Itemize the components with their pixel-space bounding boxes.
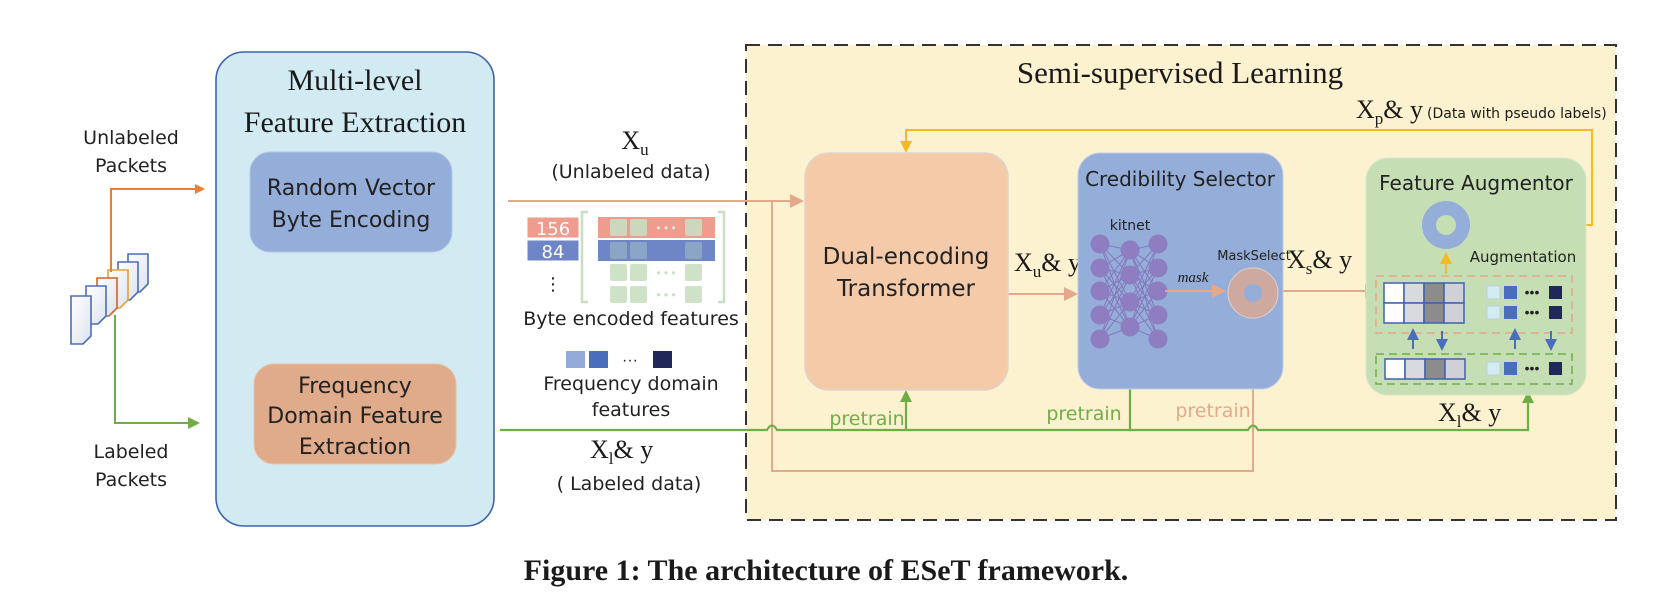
kitnet-node — [1148, 305, 1168, 325]
kitnet-node — [1148, 281, 1168, 301]
labeled-packets-label-1: Labeled — [93, 441, 168, 463]
byte-grid-cell — [1424, 358, 1446, 380]
freq-cell — [1504, 286, 1517, 299]
xs-y-label: Xs& y — [1287, 245, 1352, 278]
xu-label: Xu — [621, 126, 649, 159]
svg-text:• • •: • • • — [656, 221, 675, 235]
kitnet-node — [1090, 305, 1110, 325]
freq-cell — [1549, 362, 1562, 375]
byte-grid-cell — [1404, 358, 1426, 380]
maskselect-ring-icon — [1227, 267, 1279, 319]
pretrain-label-kitnet: pretrain — [1046, 403, 1121, 425]
frequency-label-1: Frequency — [298, 374, 412, 399]
byte-grid-cell — [1423, 302, 1445, 324]
random-vector-byte-encoding-box — [249, 151, 453, 253]
figure-caption: Figure 1: The architecture of ESeT frame… — [524, 554, 1129, 587]
freq-cell — [1486, 285, 1501, 300]
feature-extraction-title-1: Multi-level — [288, 64, 423, 97]
freq-dots: ••• — [1525, 284, 1540, 300]
kitnet-node — [1120, 292, 1140, 312]
frequency-domain-features-label-2: features — [592, 399, 671, 421]
dual-encoding-transformer-box — [804, 152, 1009, 391]
kitnet-node — [1148, 234, 1168, 254]
kitnet-node — [1120, 265, 1140, 285]
byte-grid-cell — [1444, 358, 1466, 380]
feature-extraction-title-2: Feature Extraction — [244, 106, 466, 139]
packet-stack-icon — [70, 253, 149, 345]
byte-value-2: 84 — [542, 242, 565, 263]
byte-grid-cell — [1443, 282, 1465, 304]
maskselect-label: MaskSelect — [1217, 249, 1291, 264]
transformer-label-1: Dual-encoding — [823, 244, 990, 270]
labeled-arrow — [114, 315, 200, 429]
unlabeled-arrow — [110, 184, 205, 272]
kitnet-node — [1148, 329, 1168, 349]
xl-y-ssl-label: Xl& y — [1438, 398, 1501, 431]
mask-label: mask — [1178, 270, 1209, 286]
byte-grid-cell — [1423, 282, 1445, 304]
byte-grid-cell — [1383, 302, 1405, 324]
freq-cell — [1549, 306, 1562, 319]
kitnet-label: kitnet — [1110, 218, 1151, 234]
svg-text:• • •: • • • — [656, 288, 675, 302]
kitnet-node — [1120, 317, 1140, 337]
pretrain-label-transformer: pretrain — [829, 408, 904, 430]
kitnet-node — [1090, 234, 1110, 254]
frequency-domain-features-label-1: Frequency domain — [543, 373, 718, 395]
random-vector-label-2: Byte Encoding — [272, 208, 431, 233]
kitnet-node — [1090, 258, 1110, 278]
freq-dots: ••• — [1525, 360, 1540, 376]
pretrain-label-maskselect: pretrain — [1175, 400, 1250, 422]
byte-grid-cell — [1403, 282, 1425, 304]
frequency-label-2: Domain Feature — [267, 404, 443, 429]
byte-encoded-features-label: Byte encoded features — [523, 308, 739, 330]
byte-value-1: 156 — [536, 219, 570, 240]
xu-y-label: Xu& y — [1014, 248, 1081, 281]
byte-grid-cell — [1383, 282, 1405, 304]
byte-grid-cell — [1403, 302, 1425, 324]
unlabeled-packets-label-1: Unlabeled — [83, 127, 179, 149]
freq-cell — [1504, 306, 1517, 319]
freq-cell — [1504, 362, 1517, 375]
freq-dots: ••• — [1525, 304, 1540, 320]
kitnet-node — [1120, 240, 1140, 260]
xl-label: Xl& y — [590, 435, 653, 468]
random-vector-label-1: Random Vector — [267, 176, 436, 201]
credibility-selector-title: Credibility Selector — [1085, 167, 1276, 191]
unlabeled-data-label: (Unlabeled data) — [551, 161, 710, 183]
freq-cell — [1486, 305, 1501, 320]
augmentation-label: Augmentation — [1470, 248, 1576, 266]
vertical-ellipsis: ⋮ — [544, 274, 562, 295]
kitnet-node — [1090, 329, 1110, 349]
freq-cell — [1486, 361, 1501, 376]
transformer-label-2: Transformer — [836, 276, 976, 302]
byte-encoded-features-illustration: 156 84 ⋮ • • • • • • • • • — [526, 210, 726, 304]
eset-architecture-diagram: Unlabeled Packets Labeled Packets Multi-… — [70, 44, 1617, 587]
ssl-title: Semi-supervised Learning — [1017, 55, 1343, 90]
augmentor-ring-icon — [1422, 201, 1470, 249]
byte-grid-cell — [1384, 358, 1406, 380]
freq-dots: ··· — [622, 352, 638, 369]
frequency-label-3: Extraction — [299, 435, 411, 460]
feature-augmentor-title: Feature Augmentor — [1379, 171, 1574, 195]
labeled-packets-label-2: Packets — [95, 469, 167, 491]
kitnet-node — [1090, 281, 1110, 301]
labeled-data-label: ( Labeled data) — [557, 473, 702, 495]
byte-grid-cell — [1443, 302, 1465, 324]
freq-cell — [1549, 286, 1562, 299]
kitnet-node — [1148, 258, 1168, 278]
svg-text:• • •: • • • — [656, 266, 675, 280]
frequency-domain-features-illustration: ··· — [566, 351, 672, 369]
unlabeled-packets-label-2: Packets — [95, 155, 167, 177]
